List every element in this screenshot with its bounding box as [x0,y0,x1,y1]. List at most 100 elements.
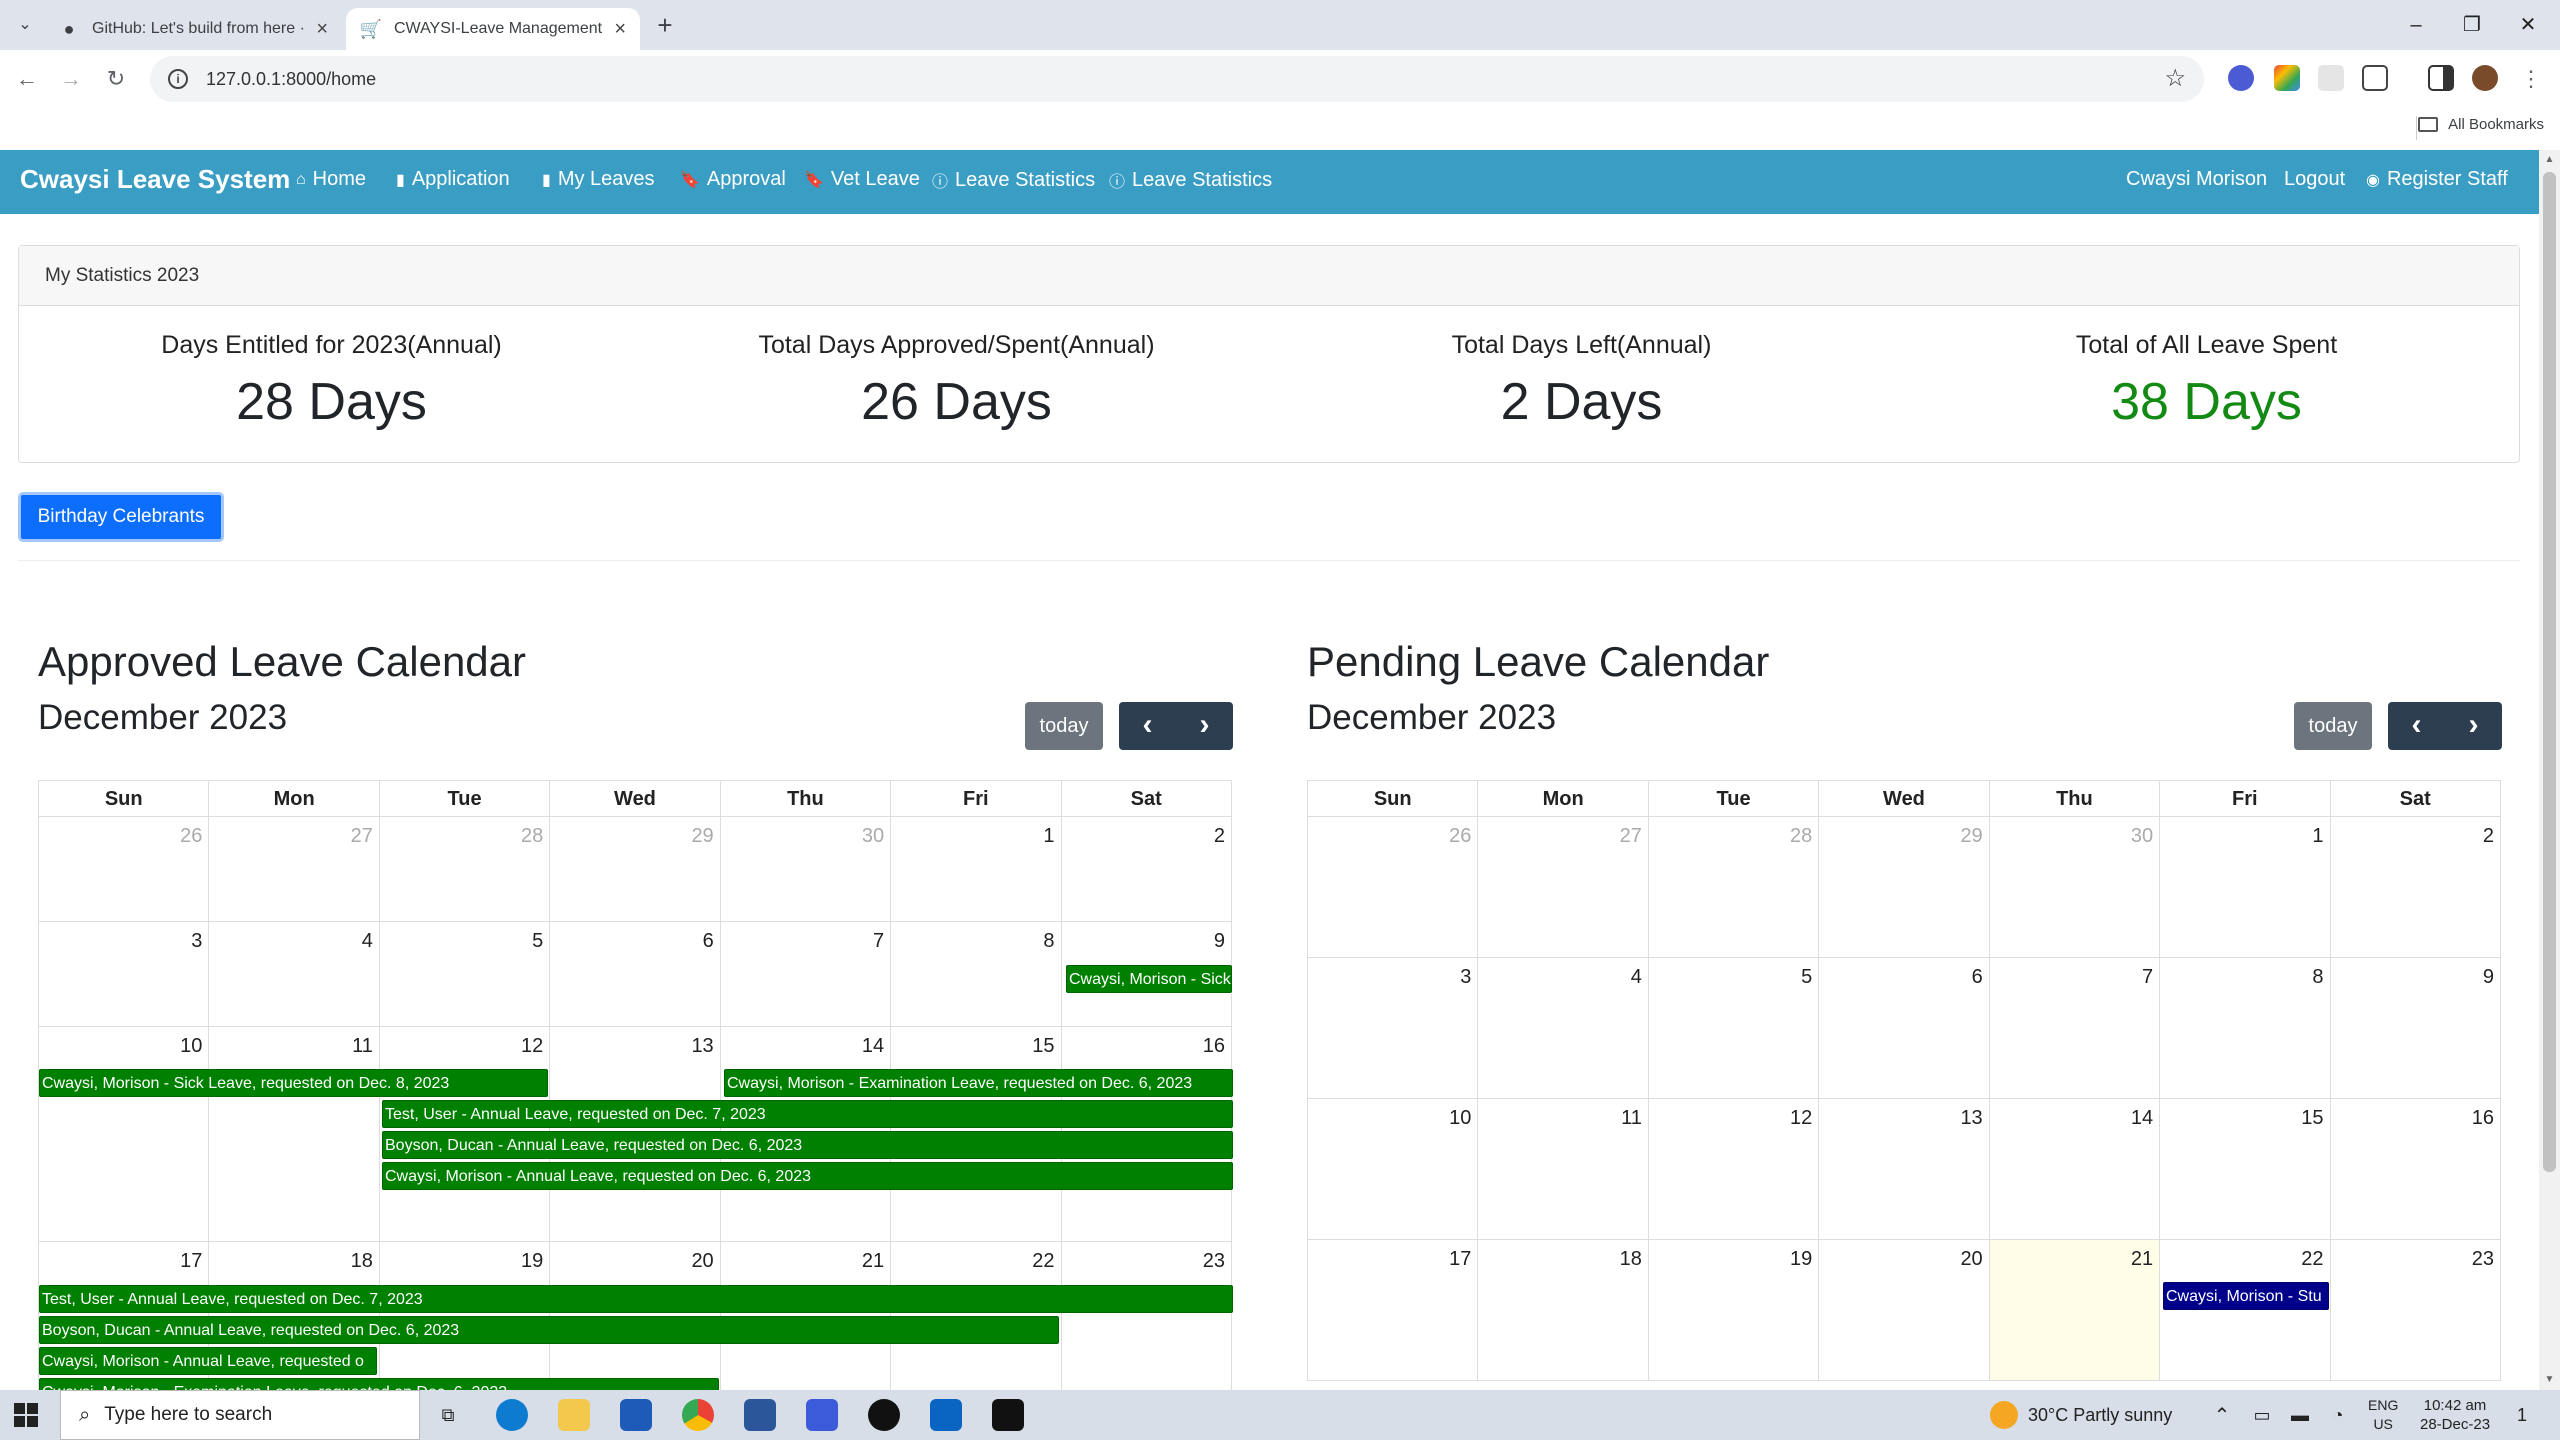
outlook-icon[interactable] [930,1399,962,1431]
scrollbar-thumb[interactable] [2543,172,2556,1172]
extension-icon[interactable] [2274,65,2300,91]
store-icon[interactable] [620,1399,652,1431]
calendar-day[interactable]: 12 [1649,1099,1820,1239]
calendar-day[interactable]: 29 [1819,817,1990,957]
calendar-event[interactable]: Cwaysi, Morison - Examination Leave, req… [724,1069,1233,1097]
menu-dots-icon[interactable]: ⋮ [2516,64,2546,94]
chevron-up-icon[interactable]: ⌃ [2206,1399,2238,1431]
calendar-day[interactable]: 30 [1990,817,2161,957]
calendar-day[interactable]: 1 [2160,817,2331,957]
calendar-event[interactable]: Boyson, Ducan - Annual Leave, requested … [39,1316,1059,1344]
address-bar[interactable]: i 127.0.0.1:8000/home ☆ [150,56,2204,102]
tab-search-chevron-icon[interactable]: ⌄ [12,12,38,38]
page-scrollbar[interactable]: ▲ ▼ [2539,150,2560,1390]
calendar-day[interactable]: 16 [2331,1099,2501,1239]
calendar-day[interactable]: 26 [39,817,210,921]
side-panel-icon[interactable] [2428,65,2454,91]
calendar-day[interactable]: 29 [550,817,721,921]
extension-icon[interactable] [2228,65,2254,91]
app-icon[interactable] [806,1399,838,1431]
calendar-day[interactable]: 8 [2160,958,2331,1098]
task-view-icon[interactable]: ⧉ [432,1399,464,1431]
calendar-day[interactable]: 19 [1649,1240,1820,1380]
wifi-icon[interactable]: ◔ [2322,1399,2354,1431]
nav-register-staff[interactable]: ◉ Register Staff [2366,168,2508,191]
site-info-icon[interactable]: i [168,69,188,89]
close-tab-icon[interactable]: × [614,18,626,41]
calendar-day[interactable]: 1 [891,817,1062,921]
calendar-day[interactable]: 28 [1649,817,1820,957]
nav-user-name[interactable]: Cwaysi Morison [2126,168,2267,191]
all-bookmarks-button[interactable]: All Bookmarks [2418,116,2544,133]
windows-start-icon[interactable] [14,1403,38,1427]
app-icon[interactable] [744,1399,776,1431]
calendar-day-today[interactable]: 21 [1989,1240,2161,1380]
calendar-day[interactable]: 7 [1990,958,2161,1098]
calendar-day[interactable]: 15 [2160,1099,2331,1239]
scroll-up-icon[interactable]: ▲ [2543,154,2556,166]
today-button[interactable]: today [2294,702,2372,750]
chrome-icon[interactable] [682,1399,714,1431]
reload-icon[interactable]: ↻ [101,64,131,94]
calendar-day[interactable]: 11 [1478,1099,1649,1239]
calendar-day[interactable]: 9 [2331,958,2501,1098]
calendar-day[interactable]: 2 [2331,817,2501,957]
close-window-icon[interactable]: ✕ [2508,10,2548,40]
calendar-event[interactable]: Boyson, Ducan - Annual Leave, requested … [382,1131,1233,1159]
prev-month-icon[interactable]: ‹ [1119,702,1176,750]
terminal-icon[interactable] [992,1399,1024,1431]
today-button[interactable]: today [1025,702,1103,750]
calendar-event[interactable]: Cwaysi, Morison - Sick [1066,965,1232,993]
browser-tab-github[interactable]: ● GitHub: Let's build from here · G × [44,8,342,50]
calendar-event[interactable]: Test, User - Annual Leave, requested on … [39,1285,1233,1313]
calendar-day[interactable]: 14 [1990,1099,2161,1239]
calendar-event[interactable]: Cwaysi, Morison - Examination Leave, req… [39,1378,719,1390]
next-month-icon[interactable]: › [2445,702,2502,750]
calendar-event[interactable]: Test, User - Annual Leave, requested on … [382,1100,1233,1128]
calendar-day[interactable]: 5 [1649,958,1820,1098]
calendar-day[interactable]: 20 [1819,1240,1990,1380]
nav-my-leaves[interactable]: ▮ My Leaves [542,168,655,191]
nav-application[interactable]: ▮ Application [396,168,510,191]
calendar-day[interactable]: 26 [1308,817,1479,957]
calendar-day[interactable]: 6 [550,922,721,1026]
minimize-icon[interactable]: – [2396,10,2436,40]
tiktok-icon[interactable] [868,1399,900,1431]
calendar-day[interactable]: 2 [1062,817,1232,921]
nav-home[interactable]: ⌂ Home [296,168,366,191]
calendar-day[interactable]: 22 [2160,1240,2331,1380]
calendar-day[interactable]: 3 [1308,958,1479,1098]
extension-icon[interactable] [2318,65,2344,91]
battery-icon[interactable]: ▬ [2284,1399,2316,1431]
calendar-day[interactable]: 18 [1478,1240,1649,1380]
taskbar-search-box[interactable]: ⌕ Type here to search [60,1390,420,1440]
profile-avatar[interactable] [2472,65,2498,91]
extensions-puzzle-icon[interactable] [2362,65,2388,91]
calendar-day[interactable]: 3 [39,922,210,1026]
calendar-day[interactable]: 10 [1308,1099,1479,1239]
calendar-day[interactable]: 23 [2331,1240,2501,1380]
calendar-day[interactable]: 10 [39,1027,210,1241]
calendar-day[interactable]: 7 [721,922,892,1026]
calendar-day[interactable]: 13 [1819,1099,1990,1239]
calendar-day[interactable]: 8 [891,922,1062,1026]
next-month-icon[interactable]: › [1176,702,1233,750]
network-icon[interactable]: ▭ [2246,1399,2278,1431]
nav-leave-statistics[interactable]: ⓘ Leave Statistics [932,168,1095,192]
calendar-day[interactable]: 4 [209,922,380,1026]
new-tab-icon[interactable]: + [650,10,680,40]
calendar-event[interactable]: Cwaysi, Morison - Stu [2163,1282,2329,1310]
close-tab-icon[interactable]: × [316,18,328,41]
prev-month-icon[interactable]: ‹ [2388,702,2445,750]
nav-vet-leave[interactable]: 🔖 Vet Leave [804,168,920,191]
scroll-down-icon[interactable]: ▼ [2543,1374,2556,1386]
nav-approval[interactable]: 🔖 Approval [680,168,786,191]
birthday-celebrants-button[interactable]: Birthday Celebrants [18,492,224,542]
forward-icon[interactable]: → [56,64,86,94]
calendar-day[interactable]: 23 [1062,1242,1232,1390]
calendar-day[interactable]: 5 [380,922,551,1026]
weather-widget[interactable]: 30°C Partly sunny [1990,1390,2172,1440]
calendar-day[interactable]: 27 [209,817,380,921]
back-icon[interactable]: ← [12,64,42,94]
browser-tab-active[interactable]: 🛒 CWAYSI-Leave Management × [346,8,640,50]
